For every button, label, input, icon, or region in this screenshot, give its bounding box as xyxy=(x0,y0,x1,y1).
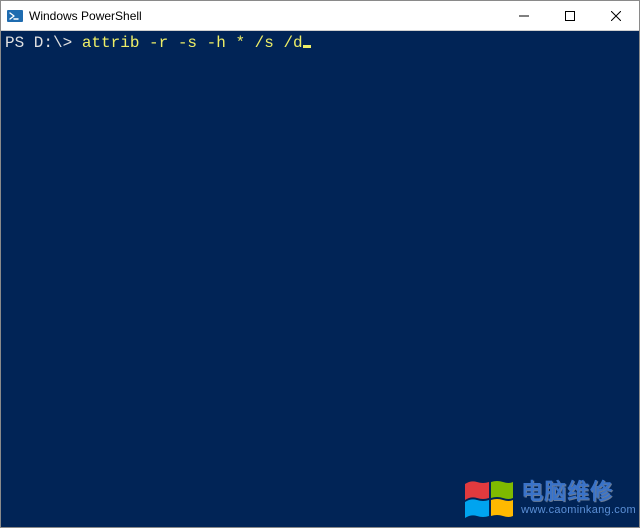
titlebar[interactable]: Windows PowerShell xyxy=(1,1,639,31)
window-controls xyxy=(501,1,639,30)
powershell-window: Windows PowerShell PS D:\> attrib -r -s … xyxy=(0,0,640,528)
prompt-line: PS D:\> attrib -r -s -h * /s /d xyxy=(5,34,311,52)
powershell-icon xyxy=(7,8,23,24)
command-text: attrib -r -s -h * /s /d xyxy=(82,34,303,52)
cursor xyxy=(303,45,311,48)
window-title: Windows PowerShell xyxy=(29,9,501,23)
terminal-area[interactable]: PS D:\> attrib -r -s -h * /s /d xyxy=(1,31,639,527)
minimize-button[interactable] xyxy=(501,1,547,30)
prompt-text: PS D:\> xyxy=(5,34,82,52)
maximize-button[interactable] xyxy=(547,1,593,30)
close-button[interactable] xyxy=(593,1,639,30)
